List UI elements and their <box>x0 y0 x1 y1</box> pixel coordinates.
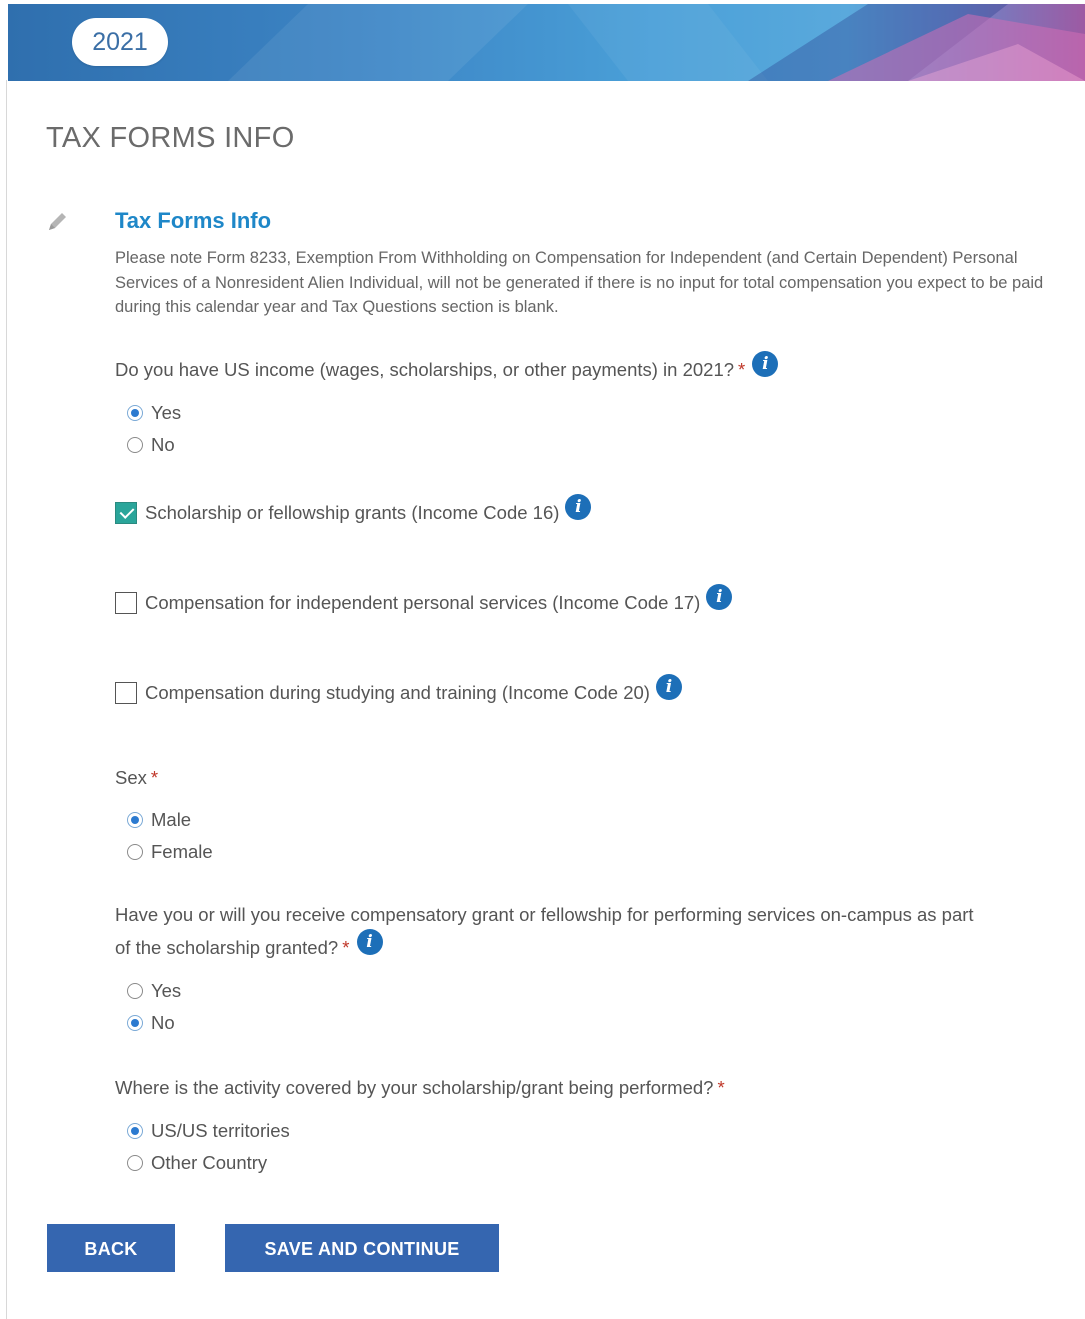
activity-other-country-option[interactable]: Other Country <box>127 1151 267 1175</box>
info-icon[interactable]: i <box>706 584 733 610</box>
compensatory-grant-no-option[interactable]: No <box>127 1011 175 1035</box>
required-asterisk: * <box>150 767 159 788</box>
radio-label: No <box>151 1012 175 1033</box>
question-line-text: of the scholarship granted? <box>115 937 339 958</box>
activity-us-option[interactable]: US/US territories <box>127 1119 290 1143</box>
checkbox-label: Compensation during studying and trainin… <box>145 682 650 703</box>
info-icon[interactable]: i <box>356 929 383 955</box>
year-badge[interactable]: 2021 <box>72 18 168 66</box>
form-8233-note: Please note Form 8233, Exemption From Wi… <box>115 249 1044 316</box>
radio-label: Male <box>151 809 192 830</box>
checkbox-checked[interactable] <box>115 502 137 524</box>
us-income-no-option[interactable]: No <box>127 433 175 457</box>
radio-label: Yes <box>151 402 182 423</box>
save-and-continue-button[interactable]: SAVE AND CONTINUE <box>225 1224 499 1272</box>
back-button[interactable]: BACK <box>47 1224 175 1272</box>
checkbox-label: Compensation for independent personal se… <box>145 592 701 613</box>
required-asterisk: * <box>717 1077 725 1098</box>
radio-label: Yes <box>151 980 182 1001</box>
income-code-16-option[interactable]: Scholarship or fellowship grants (Income… <box>115 494 592 527</box>
radio-button[interactable] <box>127 1155 143 1171</box>
radio-label: US/US territories <box>151 1120 290 1141</box>
radio-button[interactable] <box>127 437 143 453</box>
question-line: Have you or will you receive compensator… <box>115 904 974 925</box>
radio-label: No <box>151 434 175 455</box>
us-income-question: Do you have US income (wages, scholarshi… <box>115 351 779 386</box>
section-title: Tax Forms Info <box>115 208 272 233</box>
page-title: TAX FORMS INFO <box>46 122 295 154</box>
checkbox-label: Scholarship or fellowship grants (Income… <box>145 502 560 523</box>
info-icon[interactable]: i <box>565 494 592 520</box>
sex-female-option[interactable]: Female <box>127 840 213 864</box>
page-left-border <box>6 80 7 1319</box>
activity-location-label: Where is the activity covered by your sc… <box>115 1077 714 1098</box>
compensatory-grant-question: Have you or will you receive compensator… <box>115 898 1075 964</box>
radio-label: Other Country <box>151 1152 268 1173</box>
sex-label: Sex <box>115 767 147 788</box>
us-income-label: Do you have US income (wages, scholarshi… <box>115 359 735 380</box>
info-icon[interactable]: i <box>752 351 779 377</box>
required-asterisk: * <box>738 359 746 380</box>
radio-button-checked[interactable] <box>127 812 143 828</box>
banner-decoration <box>228 4 1085 81</box>
radio-button-checked[interactable] <box>127 1123 143 1139</box>
checkbox[interactable] <box>115 592 137 614</box>
pencil-icon[interactable] <box>46 209 70 233</box>
header-banner: 2021 <box>8 4 1085 81</box>
activity-location-question: Where is the activity covered by your sc… <box>115 1071 725 1104</box>
sex-male-option[interactable]: Male <box>127 808 191 832</box>
checkbox[interactable] <box>115 682 137 704</box>
income-code-20-option[interactable]: Compensation during studying and trainin… <box>115 674 682 707</box>
us-income-yes-option[interactable]: Yes <box>127 401 181 425</box>
radio-button[interactable] <box>127 844 143 860</box>
radio-button-checked[interactable] <box>127 1015 143 1031</box>
radio-label: Female <box>151 841 213 862</box>
radio-button[interactable] <box>127 983 143 999</box>
income-code-17-option[interactable]: Compensation for independent personal se… <box>115 584 733 617</box>
radio-button-checked[interactable] <box>127 405 143 421</box>
sex-question: Sex * <box>115 761 158 794</box>
question-line: of the scholarship granted? * i <box>115 929 1075 964</box>
compensatory-grant-yes-option[interactable]: Yes <box>127 979 181 1003</box>
required-asterisk: * <box>342 937 350 958</box>
info-icon[interactable]: i <box>655 674 682 700</box>
